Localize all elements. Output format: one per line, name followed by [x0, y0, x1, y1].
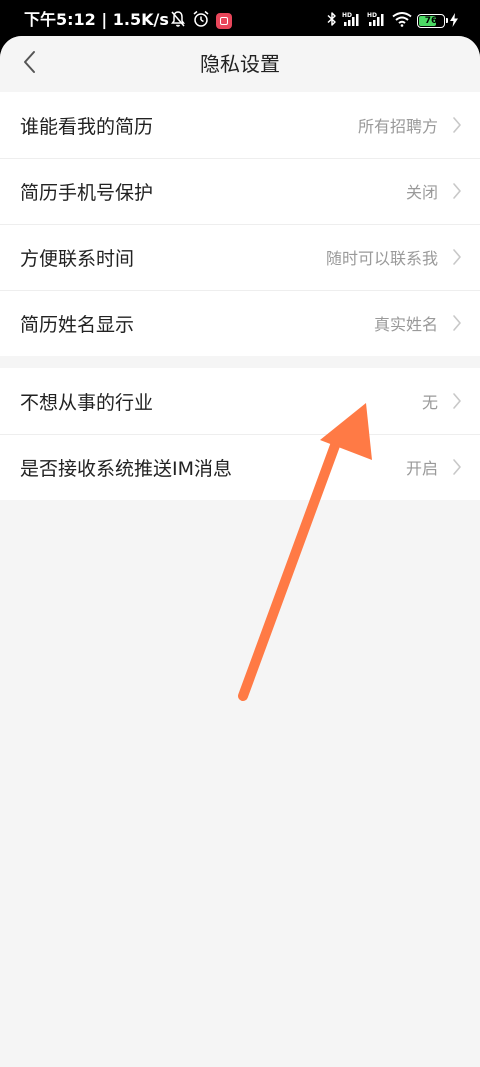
settings-group-other: 不想从事的行业 无 是否接收系统推送IM消息 开启 — [0, 368, 480, 500]
setting-row-phone-protection[interactable]: 简历手机号保护 关闭 — [0, 158, 480, 224]
battery-icon: 76 — [417, 14, 448, 28]
setting-row-excluded-industry[interactable]: 不想从事的行业 无 — [0, 368, 480, 434]
setting-label: 不想从事的行业 — [20, 391, 154, 414]
mute-bell-icon — [170, 10, 186, 32]
chevron-right-icon — [453, 117, 461, 133]
hd-signal-icon: HD — [367, 11, 387, 31]
setting-label: 方便联系时间 — [20, 247, 135, 270]
alarm-icon — [192, 10, 210, 32]
chevron-right-icon — [453, 183, 461, 199]
svg-text:HD: HD — [367, 12, 377, 19]
setting-label: 简历姓名显示 — [20, 313, 135, 336]
status-bar: 下午5:12 | 1.5K/s HD HD 76 — [0, 0, 480, 40]
setting-label: 谁能看我的简历 — [20, 115, 154, 138]
setting-value: 随时可以联系我 — [325, 249, 438, 268]
bluetooth-icon — [327, 11, 337, 31]
status-time-and-speed: 下午5:12 | 1.5K/s — [24, 10, 169, 29]
setting-value: 无 — [421, 393, 438, 412]
charging-bolt-icon — [450, 12, 458, 31]
app-badge-icon — [216, 13, 232, 29]
battery-level: 76 — [424, 16, 438, 26]
setting-value: 关闭 — [405, 183, 438, 202]
setting-label: 是否接收系统推送IM消息 — [20, 457, 232, 480]
setting-row-name-display[interactable]: 简历姓名显示 真实姓名 — [0, 290, 480, 356]
settings-group-resume: 谁能看我的简历 所有招聘方 简历手机号保护 关闭 方便联系时间 随时可以联系我 … — [0, 92, 480, 356]
svg-text:HD: HD — [342, 12, 352, 19]
chevron-right-icon — [453, 393, 461, 409]
chevron-right-icon — [453, 249, 461, 265]
setting-value: 所有招聘方 — [357, 117, 438, 136]
chevron-right-icon — [453, 459, 461, 475]
setting-row-im-push[interactable]: 是否接收系统推送IM消息 开启 — [0, 434, 480, 500]
battery-cap — [446, 18, 448, 23]
hd-signal-icon: HD — [342, 11, 362, 31]
setting-value: 真实姓名 — [373, 315, 438, 334]
chevron-right-icon — [453, 315, 461, 331]
status-right-icons: HD HD 76 — [327, 11, 458, 31]
nav-bar: 隐私设置 — [0, 36, 480, 92]
privacy-settings-screen: 隐私设置 谁能看我的简历 所有招聘方 简历手机号保护 关闭 方便联系时间 随时可… — [0, 36, 480, 1067]
setting-value: 开启 — [405, 459, 438, 478]
page-title: 隐私设置 — [200, 52, 280, 76]
wifi-icon — [392, 11, 412, 31]
setting-label: 简历手机号保护 — [20, 181, 154, 204]
setting-row-contact-time[interactable]: 方便联系时间 随时可以联系我 — [0, 224, 480, 290]
setting-row-resume-visibility[interactable]: 谁能看我的简历 所有招聘方 — [0, 92, 480, 158]
status-left-icons — [170, 10, 232, 32]
